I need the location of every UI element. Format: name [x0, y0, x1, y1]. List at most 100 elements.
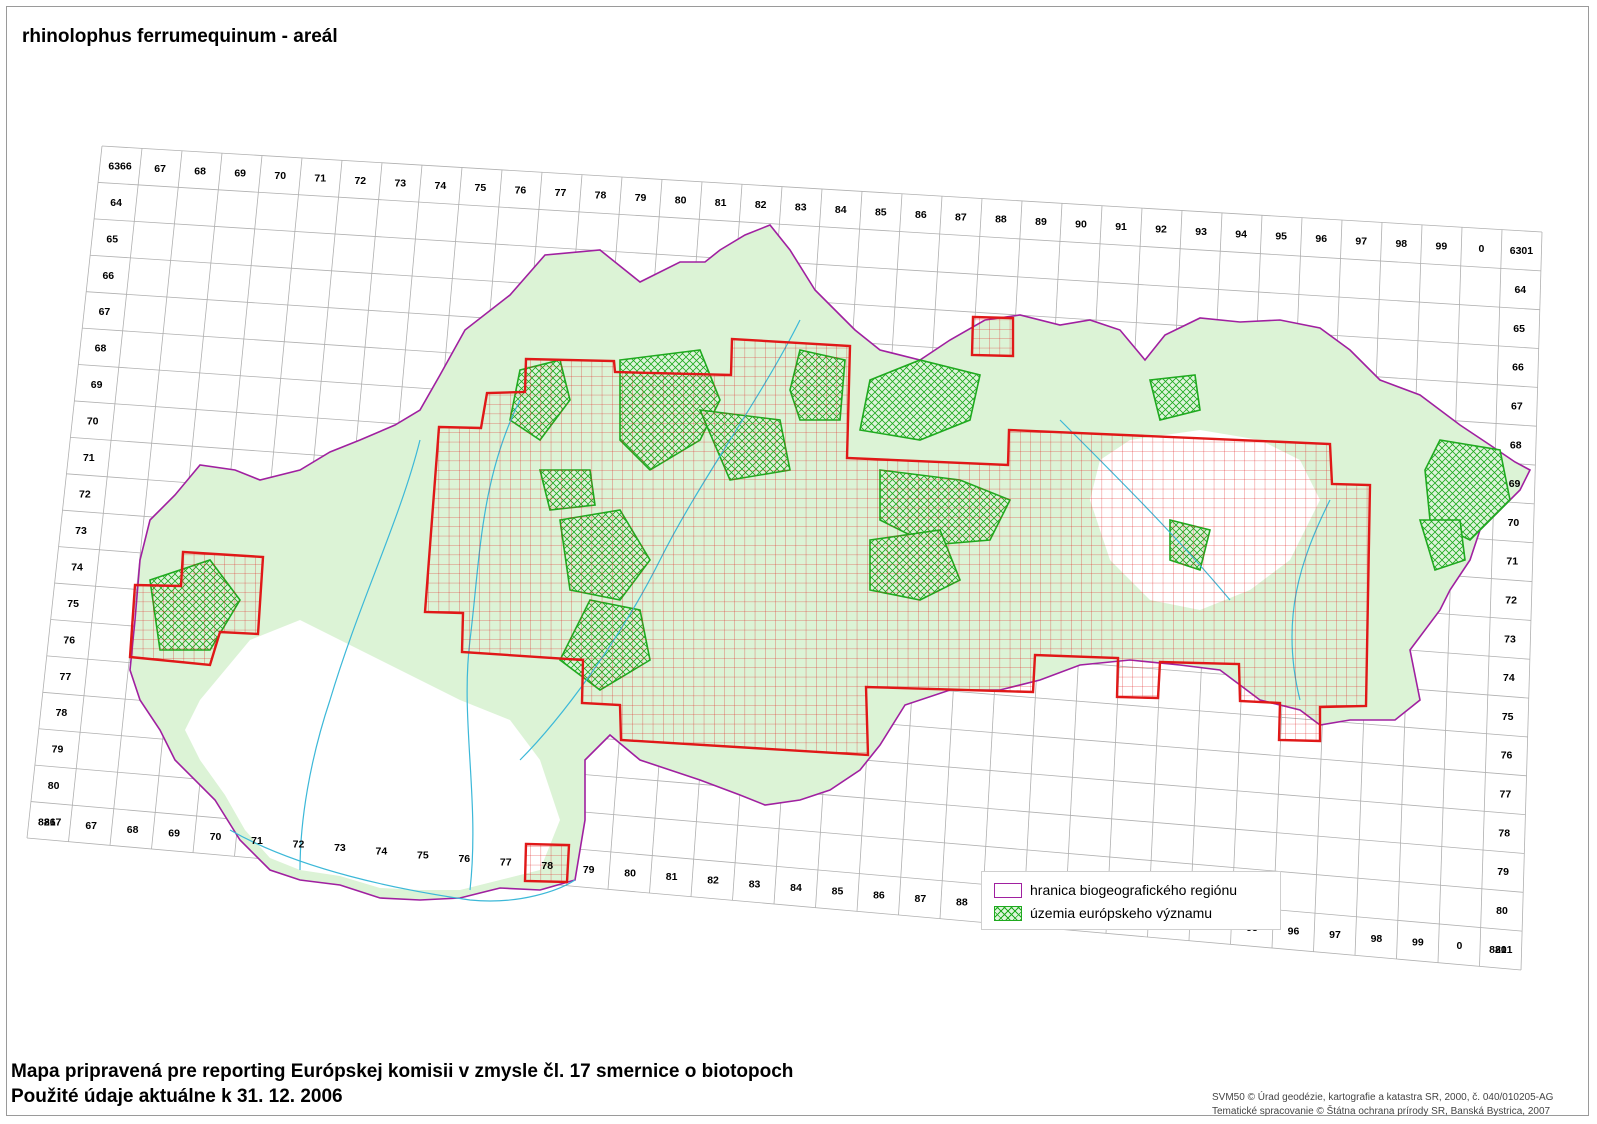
grid-label-top: 79	[635, 192, 647, 204]
distribution-map: 6366 67 68 69 70 71 72 73 74 75 76 77 78 79 80 81 82 83 84…	[26, 145, 1543, 971]
green-crosshatch-swatch-icon	[994, 905, 1022, 921]
grid-label-bottom: 71	[251, 835, 263, 847]
grid-label-bottom: 75	[417, 849, 429, 861]
grid-label-bottom: 68	[127, 824, 139, 836]
grid-label-top: 91	[1115, 221, 1127, 233]
grid-label-left: 64	[110, 197, 122, 209]
grid-label-left: 75	[67, 598, 79, 610]
grid-label-left: 70	[87, 416, 99, 428]
grid-label-bottom: 67	[85, 820, 97, 832]
grid-label-right: 64	[1514, 284, 1526, 296]
grid-label-left: 65	[106, 233, 118, 245]
grid-line	[101, 145, 1543, 233]
occurrence-north	[970, 315, 1015, 358]
grid-line	[98, 182, 1541, 272]
grid-label-bottom: 0	[1456, 940, 1462, 952]
grid-label-right: 73	[1504, 633, 1516, 645]
grid-label-top: 78	[595, 189, 607, 201]
grid-label-left: 68	[95, 343, 107, 355]
legend-label: hranica biogeografického regiónu	[1030, 882, 1238, 898]
grid-label-bottom: 69	[168, 828, 180, 840]
grid-label-bottom: 85	[832, 886, 844, 898]
grid-label-top: 83	[795, 202, 807, 214]
grid-label-top: 86	[915, 209, 927, 221]
grid-label-bottom: 86	[873, 889, 885, 901]
grid-label-bottom: 70	[210, 831, 222, 843]
grid-label-left: 69	[91, 379, 103, 391]
grid-label-top: 6301	[1510, 245, 1534, 257]
grid-label-right: 71	[1506, 556, 1518, 568]
grid-label-left: 71	[83, 452, 95, 464]
grid-line	[26, 145, 103, 839]
grid-label-bottom: 80	[624, 867, 636, 879]
grid-label-top: 84	[835, 204, 847, 216]
grid-label-top: 70	[274, 170, 286, 182]
grid-label-left: 74	[71, 561, 83, 573]
grid-label-bottom: 98	[1371, 933, 1383, 945]
grid-label-right: 79	[1497, 866, 1509, 878]
grid-label-top: 87	[955, 211, 967, 223]
grid-label-top: 73	[394, 177, 406, 189]
grid-label-bottom: 82	[707, 875, 719, 887]
grid-label-top: 67	[154, 163, 166, 175]
purple-outline-swatch-icon	[994, 882, 1022, 898]
grid-label-top: 97	[1355, 236, 1367, 248]
grid-label-top: 94	[1235, 228, 1247, 240]
grid-label-right: 75	[1502, 711, 1514, 723]
grid-label-bottom: 87	[915, 893, 927, 905]
grid-label-bottom: 79	[583, 864, 595, 876]
grid-label-top: 85	[875, 206, 887, 218]
grid-label-left: 78	[56, 707, 68, 719]
grid-label-right: 65	[1513, 323, 1525, 335]
grid-label-top: 71	[314, 173, 326, 185]
grid-label-left: 77	[59, 671, 71, 683]
grid-label-bottom: 78	[541, 860, 553, 872]
grid-label-top: 98	[1395, 238, 1407, 250]
map-legend: hranica biogeografického regiónu územia …	[981, 871, 1281, 930]
grid-label-left: 72	[79, 489, 91, 501]
grid-label-top: 6366	[108, 160, 132, 172]
grid-label-right: 76	[1501, 750, 1513, 762]
grid-label-right: 70	[1508, 517, 1520, 529]
credit-base-map: SVM50 © Úrad geodézie, kartografie a kat…	[1212, 1092, 1554, 1103]
grid-label-top: 88	[995, 214, 1007, 226]
grid-label-left: 79	[52, 744, 64, 756]
footer-data-date: Použité údaje aktuálne k 31. 12. 2006	[11, 1086, 343, 1107]
grid-label-right: 67	[1511, 400, 1523, 412]
grid-label-top: 72	[354, 175, 366, 187]
legend-item-region-border: hranica biogeografického regiónu	[994, 882, 1237, 898]
grid-label-top: 76	[515, 185, 527, 197]
grid-label-top: 93	[1195, 226, 1207, 238]
grid-label-bottom: 83	[749, 878, 761, 890]
grid-label-top: 74	[435, 180, 447, 192]
grid-label-top: 75	[475, 182, 487, 194]
grid-label-left: 67	[99, 306, 111, 318]
grid-label-right: 69	[1509, 478, 1521, 490]
grid-line	[26, 837, 1522, 971]
grid-label-top: 96	[1315, 233, 1327, 245]
grid-label-left: 73	[75, 525, 87, 537]
grid-label-right: 77	[1500, 789, 1512, 801]
legend-item-natura-sites: územia európskeho významu	[994, 905, 1212, 921]
grid-label-bottom: 76	[458, 853, 470, 865]
grid-label-top: 99	[1436, 240, 1448, 252]
grid-label-bottom: 77	[500, 857, 512, 869]
grid-label-right: 68	[1510, 439, 1522, 451]
footer-description: Mapa pripravená pre reporting Európskej …	[11, 1061, 794, 1082]
grid-line	[1520, 231, 1543, 971]
grid-label-bottom: 84	[790, 882, 802, 894]
grid-label-left: 76	[63, 634, 75, 646]
grid-label-top: 69	[234, 168, 246, 180]
grid-label-right: 66	[1512, 362, 1524, 374]
grid-label-right: 81	[1495, 944, 1507, 956]
grid-label-bottom: 72	[293, 838, 305, 850]
grid-label-top: 80	[675, 194, 687, 206]
grid-label-top: 68	[194, 165, 206, 177]
grid-label-bottom: 96	[1288, 926, 1300, 938]
grid-label-bottom: 88	[956, 897, 968, 909]
grid-label-bottom: 73	[334, 842, 346, 854]
grid-label-right: 80	[1496, 905, 1508, 917]
grid-label-right: 74	[1503, 672, 1515, 684]
grid-label-top: 81	[715, 197, 727, 209]
grid-label-right: 72	[1505, 594, 1517, 606]
